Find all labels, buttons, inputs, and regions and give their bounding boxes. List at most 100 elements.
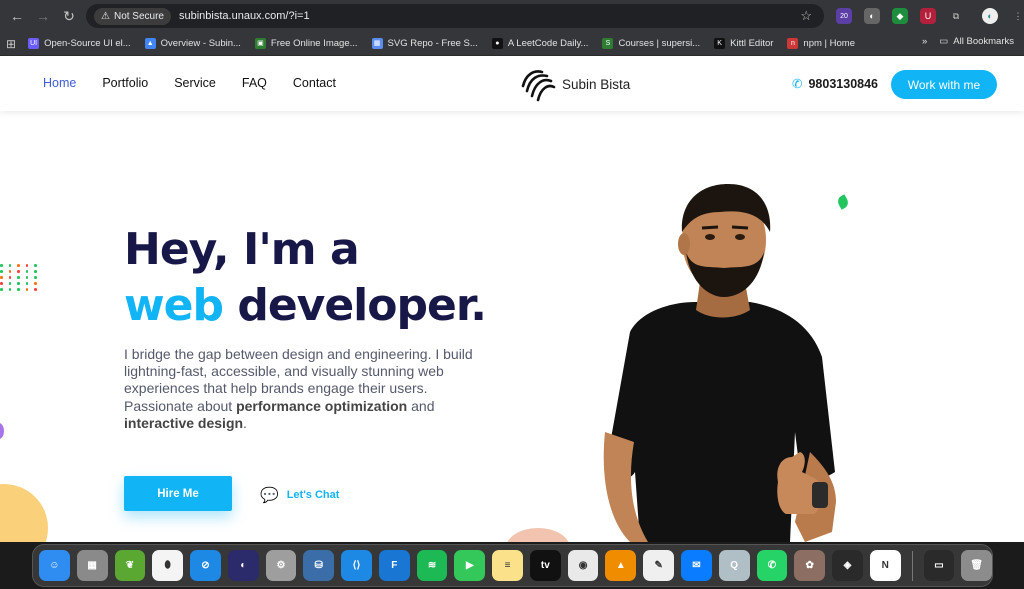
decorative-dot bbox=[25, 282, 28, 285]
bookmark-favicon-icon: ▣ bbox=[254, 38, 266, 49]
notion-app-icon[interactable]: N bbox=[869, 550, 901, 581]
nav-portfolio[interactable]: Portfolio bbox=[102, 76, 148, 90]
url-text[interactable]: subinbista.unaux.com/?i=1 bbox=[179, 10, 310, 22]
decorative-dot bbox=[17, 264, 20, 267]
decorative-dot bbox=[8, 264, 11, 267]
apple-tv-app-icon[interactable]: tv bbox=[529, 550, 561, 581]
phone-contact[interactable]: ✆ 9803130846 bbox=[792, 76, 878, 92]
system-settings-app-icon[interactable]: ⚙ bbox=[265, 550, 297, 581]
mysql-workbench-app-icon[interactable]: ⛁ bbox=[303, 550, 335, 581]
hero-heading: Hey, I'm a web developer. bbox=[124, 224, 487, 331]
bookmark-label: Free Online Image... bbox=[270, 38, 358, 49]
bookmark-list: UI Open-Source UI el... ▲ Overview - Subin.… bbox=[28, 38, 869, 49]
decorative-dot bbox=[0, 282, 3, 285]
decorative-shape bbox=[0, 423, 4, 439]
quicktime-app-icon[interactable]: Q bbox=[718, 550, 750, 581]
bookmark-item[interactable]: ▣ Free Online Image... bbox=[254, 38, 358, 49]
notes-app-icon[interactable]: ≡ bbox=[492, 550, 523, 581]
decorative-dot bbox=[8, 276, 11, 279]
bookmark-item[interactable]: ● A LeetCode Daily... bbox=[491, 38, 589, 49]
site-logo[interactable]: Subin Bista bbox=[520, 66, 630, 102]
bookmark-item[interactable]: K Kittl Editor bbox=[714, 38, 773, 49]
finder-app-icon[interactable]: ☺ bbox=[39, 550, 70, 581]
bookmark-item[interactable]: n npm | Home bbox=[787, 38, 855, 49]
bookmark-item[interactable]: UI Open-Source UI el... bbox=[28, 38, 131, 49]
lets-chat-link[interactable]: 💬 Let's Chat bbox=[260, 486, 339, 504]
bookmark-label: A LeetCode Daily... bbox=[507, 38, 589, 49]
vscode-app-icon[interactable]: ⟨⟩ bbox=[341, 550, 372, 581]
phone-icon: ✆ bbox=[792, 77, 803, 91]
chrome-app-icon[interactable]: ◉ bbox=[567, 550, 599, 581]
terminal-window-icon[interactable]: ▭ bbox=[923, 550, 955, 581]
messenger-app-icon[interactable]: ✉ bbox=[681, 550, 712, 581]
extension-icon[interactable]: ◐ bbox=[864, 8, 880, 24]
nav-service[interactable]: Service bbox=[174, 76, 216, 90]
decorative-circle bbox=[0, 484, 48, 542]
all-bookmarks-button[interactable]: ▭ All Bookmarks bbox=[939, 36, 1014, 47]
mongodb-compass-app-icon[interactable]: ⬮ bbox=[152, 550, 184, 581]
bookmark-label: Overview - Subin... bbox=[160, 38, 241, 49]
whatsapp-app-icon[interactable]: ✆ bbox=[756, 550, 788, 581]
eclipse-app-icon[interactable]: ◐ bbox=[227, 550, 259, 581]
logo-mark-icon bbox=[521, 70, 556, 102]
menu-dots-icon[interactable]: ⋮ bbox=[1010, 8, 1024, 24]
bookmark-item[interactable]: ▲ Overview - Subin... bbox=[144, 38, 241, 49]
bookmark-item[interactable]: S Courses | supersi... bbox=[602, 38, 700, 49]
nav-faq[interactable]: FAQ bbox=[242, 76, 267, 90]
bookmark-item[interactable]: ▦ SVG Repo - Free S... bbox=[371, 38, 478, 49]
decorative-circle bbox=[506, 528, 570, 542]
puzzle-icon[interactable]: ⧉ bbox=[948, 8, 964, 24]
extension-badge-icon[interactable]: 20 bbox=[836, 8, 852, 24]
extensions-area: 20 ◐ ◆ U ⧉ ◐ ⋮ bbox=[836, 4, 1024, 28]
security-indicator[interactable]: ⚠ Not Secure bbox=[94, 7, 171, 25]
decorative-dot bbox=[0, 264, 3, 267]
decorative-dot bbox=[8, 282, 11, 285]
facetime-app-icon[interactable]: ▶ bbox=[454, 550, 486, 581]
decorative-dot bbox=[17, 282, 20, 285]
browser-toolbar: ← → ↻ ⚠ Not Secure subinbista.unaux.com/… bbox=[0, 0, 1024, 32]
hire-me-button[interactable]: Hire Me bbox=[124, 476, 232, 511]
bookmark-favicon-icon: ▦ bbox=[371, 38, 383, 49]
trash-icon[interactable]: 🗑 bbox=[961, 550, 993, 581]
decorative-dot bbox=[34, 282, 37, 285]
bookmark-favicon-icon: ● bbox=[491, 38, 503, 49]
decorative-dot bbox=[34, 288, 37, 291]
work-with-me-button[interactable]: Work with me bbox=[891, 70, 997, 99]
bookmark-star-icon[interactable]: ☆ bbox=[800, 8, 812, 24]
dock-separator bbox=[911, 550, 913, 581]
chevron-right-icon[interactable]: » bbox=[922, 36, 927, 47]
framer-app-icon[interactable]: F bbox=[378, 550, 410, 581]
address-bar[interactable]: ⚠ Not Secure subinbista.unaux.com/?i=1 ☆ bbox=[86, 4, 824, 28]
extension-icon[interactable]: ◆ bbox=[892, 8, 908, 24]
reload-icon[interactable]: ↻ bbox=[56, 3, 82, 29]
davinci-resolve-app-icon[interactable]: ◈ bbox=[832, 550, 863, 581]
decorative-dot bbox=[17, 288, 20, 291]
back-icon[interactable]: ← bbox=[4, 3, 30, 29]
decorative-dot bbox=[25, 276, 28, 279]
vlc-app-icon[interactable]: ▲ bbox=[605, 550, 637, 581]
gimp-app-icon[interactable]: ✿ bbox=[794, 550, 826, 581]
spotify-app-icon[interactable]: ≋ bbox=[416, 550, 448, 581]
webpage: Home Portfolio Service FAQ Contact Subin… bbox=[0, 56, 1024, 542]
ublock-icon[interactable]: U bbox=[920, 8, 936, 24]
profile-avatar[interactable]: ◐ bbox=[982, 8, 998, 24]
apps-grid-icon[interactable]: ⊞ bbox=[6, 37, 16, 51]
hero-description: I bridge the gap between design and engi… bbox=[124, 346, 473, 431]
decorative-dot bbox=[0, 276, 3, 279]
spring-tool-app-icon[interactable]: ❦ bbox=[114, 550, 146, 581]
decorative-dot bbox=[0, 288, 3, 291]
nav-home[interactable]: Home bbox=[43, 76, 76, 90]
safari-app-icon[interactable]: ⊘ bbox=[190, 550, 221, 581]
forward-icon[interactable]: → bbox=[30, 3, 56, 29]
chat-icon: 💬 bbox=[260, 487, 279, 504]
bookmark-label: Courses | supersi... bbox=[618, 38, 701, 49]
decorative-dot bbox=[25, 264, 28, 267]
bookmark-favicon-icon: S bbox=[602, 38, 614, 49]
bookmarks-bar: ⊞ UI Open-Source UI el... ▲ Overview - Subi… bbox=[0, 32, 1024, 56]
decorative-dot bbox=[34, 270, 37, 273]
nav-contact[interactable]: Contact bbox=[293, 76, 336, 90]
decorative-dot bbox=[17, 270, 20, 273]
textedit-app-icon[interactable]: ✎ bbox=[643, 550, 675, 581]
decorative-dot bbox=[25, 288, 28, 291]
launchpad-app-icon[interactable]: ▦ bbox=[76, 550, 108, 581]
